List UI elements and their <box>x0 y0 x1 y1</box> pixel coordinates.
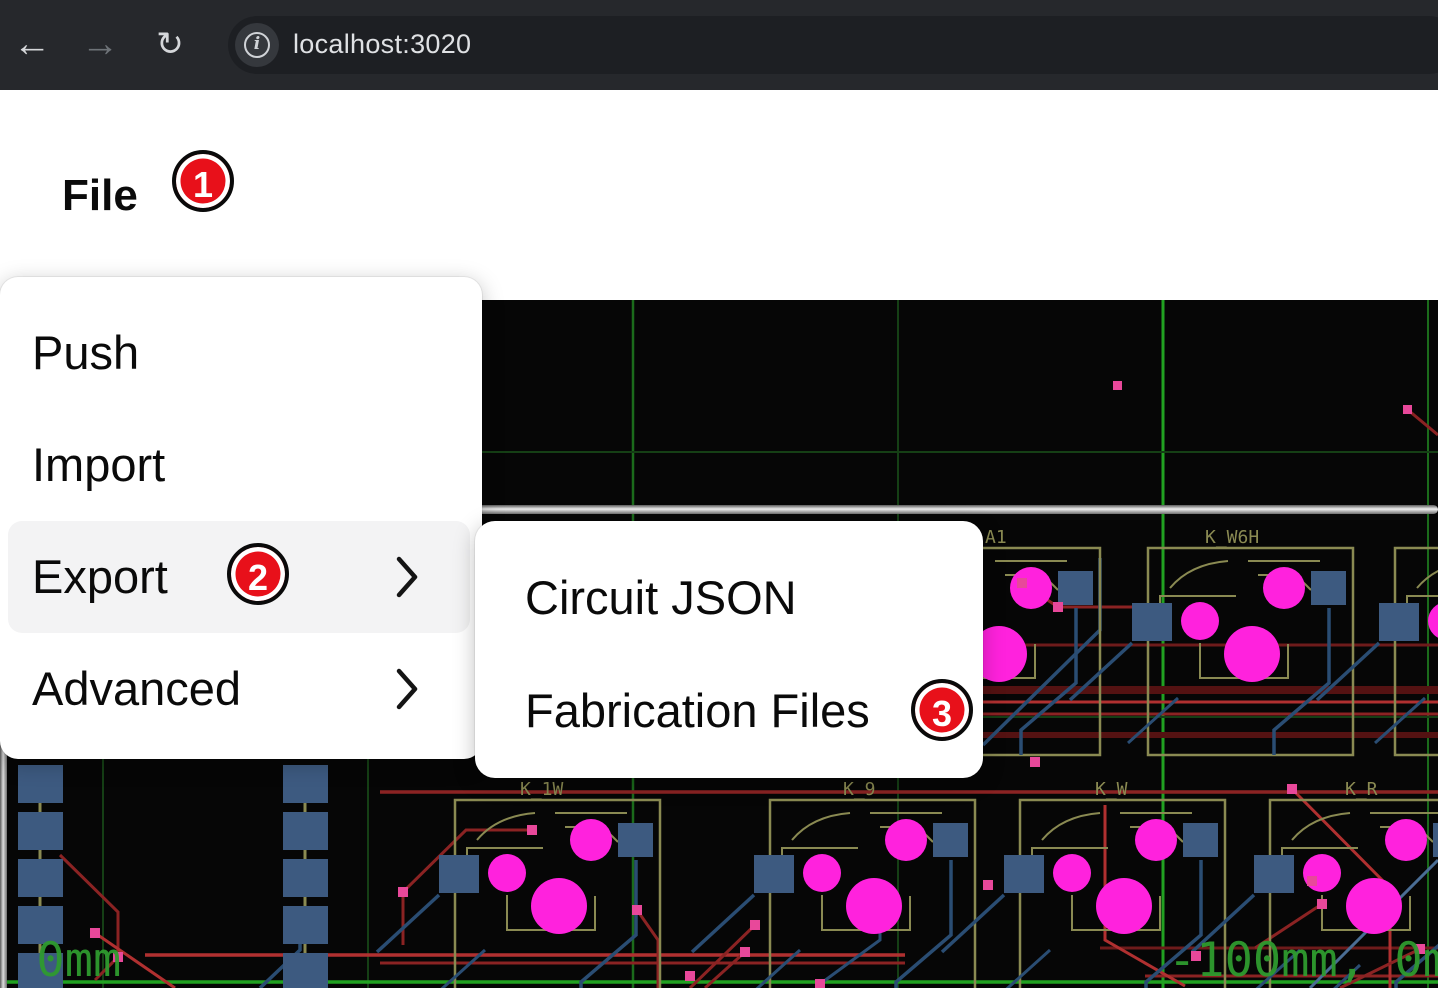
back-icon[interactable]: ← <box>4 0 60 90</box>
footprint-label: A1 <box>985 527 1007 548</box>
menu-item-advanced[interactable]: Advanced <box>0 633 482 745</box>
reload-icon[interactable]: ↻ <box>142 0 198 90</box>
switch-footprint <box>1070 548 1353 755</box>
file-dropdown-menu: Push Import Export Advanced <box>0 277 482 759</box>
export-submenu: Circuit JSON Fabrication Files <box>475 521 983 778</box>
menu-item-import[interactable]: Import <box>0 409 482 521</box>
footprint-label: K_1W <box>520 779 564 800</box>
menu-item-label: Push <box>32 326 139 379</box>
site-info-button[interactable]: i <box>235 23 279 67</box>
browser-toolbar: ← → ↻ i localhost:3020 <box>0 0 1438 90</box>
submenu-item-label: Fabrication Files <box>525 684 870 737</box>
menu-item-label: Import <box>32 438 165 491</box>
annotation-badge-2: 2 <box>227 543 289 605</box>
info-icon: i <box>244 32 270 58</box>
menu-item-label: Advanced <box>32 662 241 715</box>
switch-footprint <box>377 800 660 988</box>
chevron-right-icon <box>394 666 420 712</box>
submenu-item-circuit-json[interactable]: Circuit JSON <box>475 542 983 654</box>
annotation-badge-1: 1 <box>172 150 234 212</box>
file-menu-button[interactable]: File <box>62 168 138 224</box>
menu-item-label: Export <box>32 550 168 603</box>
footprint-label: K_W <box>1095 779 1128 800</box>
url-text[interactable]: localhost:3020 <box>293 16 471 74</box>
chevron-right-icon <box>394 554 420 600</box>
annotation-badge-3: 3 <box>911 679 973 741</box>
forward-icon[interactable]: → <box>72 0 128 90</box>
footprint-label: K_R <box>1345 779 1378 800</box>
footprint-label: K_W6H <box>1205 527 1259 548</box>
coordinate-label: -200mm, 0mm <box>0 933 121 988</box>
address-bar[interactable]: i localhost:3020 <box>228 16 1438 74</box>
submenu-item-label: Circuit JSON <box>525 571 797 624</box>
coordinate-label: -100mm, 0mm <box>1168 933 1438 988</box>
menu-item-push[interactable]: Push <box>0 297 482 409</box>
footprint-label: K_9 <box>843 779 876 800</box>
submenu-item-fabrication-files[interactable]: Fabrication Files <box>475 655 983 767</box>
